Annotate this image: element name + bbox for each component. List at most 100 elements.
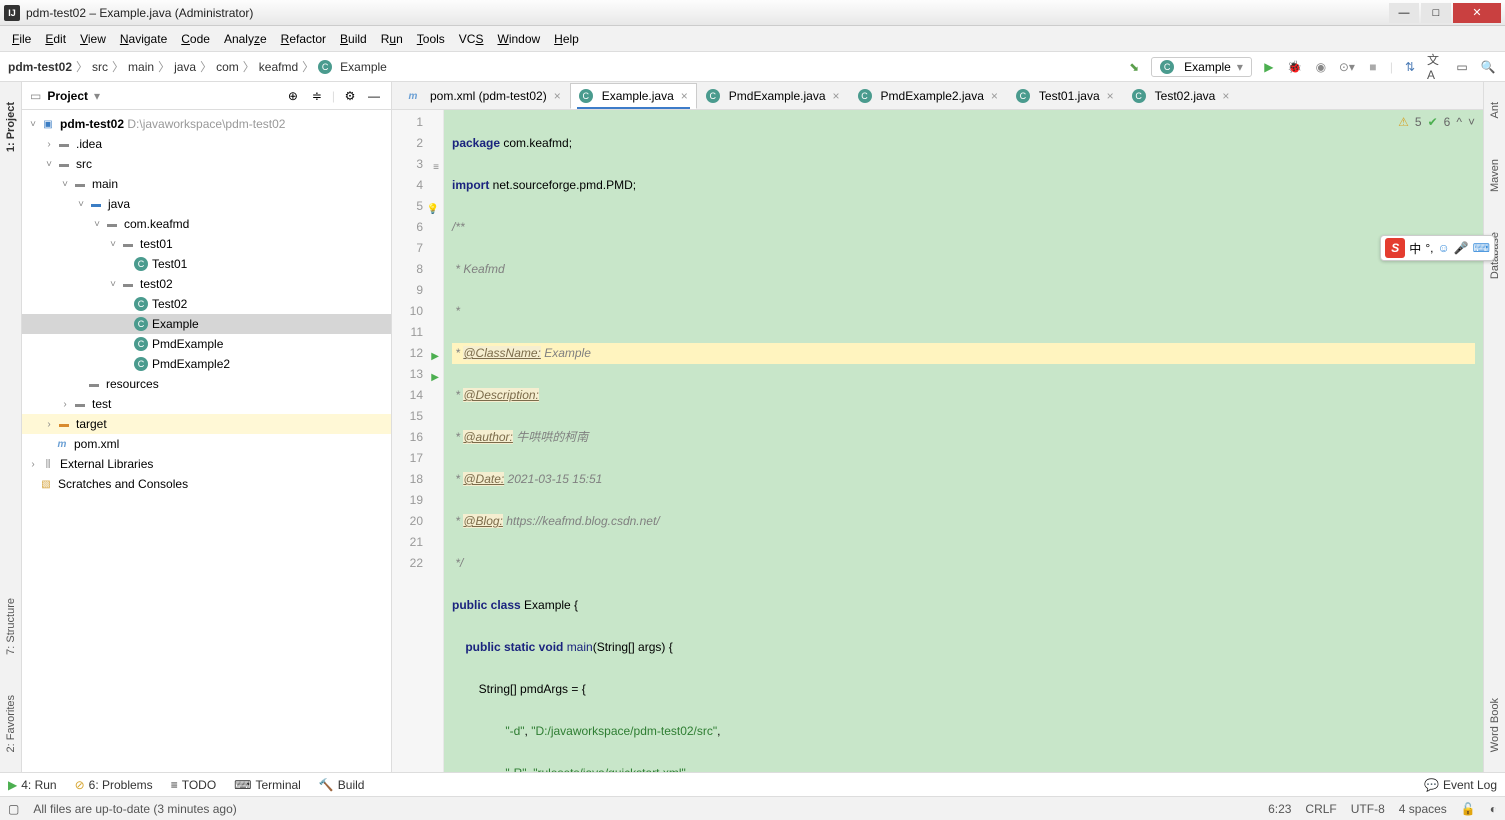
ime-mic-icon[interactable]: 🎤 xyxy=(1454,241,1469,255)
translate-button[interactable]: 文A xyxy=(1427,58,1445,76)
search-button[interactable]: 🔍 xyxy=(1479,58,1497,76)
btn-build[interactable]: 🔨Build xyxy=(319,778,365,792)
code-editor[interactable]: package com.keafmd; import net.sourcefor… xyxy=(444,110,1483,772)
menu-code[interactable]: Code xyxy=(175,30,216,48)
menu-vcs[interactable]: VCS xyxy=(453,30,490,48)
ime-widget[interactable]: S 中 °, ☺ 🎤 ⌨ xyxy=(1380,235,1495,261)
menu-refactor[interactable]: Refactor xyxy=(275,30,332,48)
crumb-main[interactable]: main xyxy=(128,60,154,74)
tree-test02-pkg[interactable]: ˅▬test02 xyxy=(22,274,391,294)
btn-terminal[interactable]: ⌨Terminal xyxy=(234,778,301,792)
tree-pmdexample2[interactable]: CPmdExample2 xyxy=(22,354,391,374)
status-eol[interactable]: CRLF xyxy=(1305,802,1336,816)
inspection-widget[interactable]: ⚠5 ✔6 ^˅ xyxy=(1398,112,1475,133)
run-button[interactable]: ▶ xyxy=(1260,58,1278,76)
close-icon[interactable]: × xyxy=(991,89,998,103)
tab-pmdexample2[interactable]: CPmdExample2.java× xyxy=(849,83,1007,109)
tab-test02[interactable]: CTest02.java× xyxy=(1123,83,1239,109)
tree-pkg[interactable]: ˅▬com.keafmd xyxy=(22,214,391,234)
crumb-com[interactable]: com xyxy=(216,60,239,74)
tree-pom[interactable]: mpom.xml xyxy=(22,434,391,454)
coverage-button[interactable]: ◉ xyxy=(1312,58,1330,76)
status-icon[interactable]: ▢ xyxy=(8,802,19,816)
menu-build[interactable]: Build xyxy=(334,30,373,48)
ime-keyboard-icon[interactable]: ⌨ xyxy=(1473,241,1490,255)
ime-punct-icon[interactable]: °, xyxy=(1425,241,1433,255)
tree-example[interactable]: CExample xyxy=(22,314,391,334)
status-encoding[interactable]: UTF-8 xyxy=(1351,802,1385,816)
menu-navigate[interactable]: Navigate xyxy=(114,30,173,48)
close-icon[interactable]: × xyxy=(1107,89,1114,103)
tree-java[interactable]: ˅▬java xyxy=(22,194,391,214)
run-config-selector[interactable]: C Example ▾ xyxy=(1151,57,1252,77)
tree-test01-pkg[interactable]: ˅▬test01 xyxy=(22,234,391,254)
tab-project[interactable]: 1: Project xyxy=(5,102,17,152)
tree-scratches[interactable]: ▧Scratches and Consoles xyxy=(22,474,391,494)
tab-wordbook[interactable]: Word Book xyxy=(1489,698,1501,752)
crumb-example[interactable]: Example xyxy=(340,60,387,74)
close-icon[interactable]: × xyxy=(681,89,688,103)
btn-problems[interactable]: ⊘6: Problems xyxy=(75,778,153,792)
tree-test01-cls[interactable]: CTest01 xyxy=(22,254,391,274)
tab-example[interactable]: CExample.java× xyxy=(570,83,697,109)
tree-test[interactable]: ›▬test xyxy=(22,394,391,414)
menu-file[interactable]: File xyxy=(6,30,37,48)
tree-idea[interactable]: ›▬.idea xyxy=(22,134,391,154)
tab-maven[interactable]: Maven xyxy=(1489,159,1501,192)
project-structure-button[interactable]: ▭ xyxy=(1453,58,1471,76)
status-lock-icon[interactable]: 🔓 xyxy=(1461,802,1476,816)
tree-pmdexample[interactable]: CPmdExample xyxy=(22,334,391,354)
crumb-keafmd[interactable]: keafmd xyxy=(259,60,298,74)
close-icon[interactable]: × xyxy=(554,89,561,103)
menu-window[interactable]: Window xyxy=(491,30,546,48)
expand-icon[interactable]: ≑ xyxy=(308,87,326,105)
menu-tools[interactable]: Tools xyxy=(411,30,451,48)
tab-favorites[interactable]: 2: Favorites xyxy=(5,695,17,752)
menu-view[interactable]: View xyxy=(74,30,112,48)
hide-icon[interactable]: — xyxy=(365,87,383,105)
stop-button[interactable]: ■ xyxy=(1364,58,1382,76)
ime-lang[interactable]: 中 xyxy=(1409,240,1421,257)
close-icon[interactable]: × xyxy=(833,89,840,103)
tree-extlib[interactable]: ›⫼External Libraries xyxy=(22,454,391,474)
close-button[interactable]: ✕ xyxy=(1453,3,1501,23)
btn-eventlog[interactable]: 💬Event Log xyxy=(1424,778,1497,792)
crumb-src[interactable]: src xyxy=(92,60,108,74)
chevron-down-icon[interactable]: ▾ xyxy=(94,89,100,103)
status-position[interactable]: 6:23 xyxy=(1268,802,1291,816)
tree-main[interactable]: ˅▬main xyxy=(22,174,391,194)
tab-pmdexample[interactable]: CPmdExample.java× xyxy=(697,83,849,109)
tree-target[interactable]: ›▬target xyxy=(22,414,391,434)
tree-test02-cls[interactable]: CTest02 xyxy=(22,294,391,314)
btn-todo[interactable]: ≡TODO xyxy=(171,778,216,792)
tree-resources[interactable]: ▬resources xyxy=(22,374,391,394)
tab-structure[interactable]: 7: Structure xyxy=(5,598,17,655)
profile-button[interactable]: ⊙▾ xyxy=(1338,58,1356,76)
maximize-button[interactable]: □ xyxy=(1421,3,1451,23)
menu-analyze[interactable]: Analyze xyxy=(218,30,273,48)
status-indent[interactable]: 4 spaces xyxy=(1399,802,1447,816)
btn-run[interactable]: ▶4: Run xyxy=(8,778,57,792)
git-button[interactable]: ⇅ xyxy=(1401,58,1419,76)
tab-test01[interactable]: CTest01.java× xyxy=(1007,83,1123,109)
tree-root[interactable]: ˅▣pdm-test02 D:\javaworkspace\pdm-test02 xyxy=(22,114,391,134)
tab-ant[interactable]: Ant xyxy=(1489,102,1501,119)
menu-run[interactable]: Run xyxy=(375,30,409,48)
gear-icon[interactable]: ⚙ xyxy=(341,87,359,105)
menu-edit[interactable]: Edit xyxy=(39,30,72,48)
tree-src[interactable]: ˅▬src xyxy=(22,154,391,174)
locate-icon[interactable]: ⊕ xyxy=(284,87,302,105)
build-icon[interactable]: ⬊ xyxy=(1125,58,1143,76)
ime-emoji-icon[interactable]: ☺ xyxy=(1437,241,1449,255)
chevron-down-icon: ▾ xyxy=(1237,60,1243,74)
status-ide-icon[interactable]: ◐ xyxy=(1490,802,1497,816)
menu-help[interactable]: Help xyxy=(548,30,585,48)
minimize-button[interactable]: — xyxy=(1389,3,1419,23)
toolbar-right: ⬊ C Example ▾ ▶ 🐞 ◉ ⊙▾ ■ | ⇅ 文A ▭ 🔍 xyxy=(1125,57,1497,77)
crumb-java[interactable]: java xyxy=(174,60,196,74)
project-label[interactable]: Project xyxy=(47,89,88,103)
debug-button[interactable]: 🐞 xyxy=(1286,58,1304,76)
close-icon[interactable]: × xyxy=(1222,89,1229,103)
tab-pom[interactable]: mpom.xml (pdm-test02)× xyxy=(396,83,570,109)
crumb-project[interactable]: pdm-test02 xyxy=(8,60,72,74)
